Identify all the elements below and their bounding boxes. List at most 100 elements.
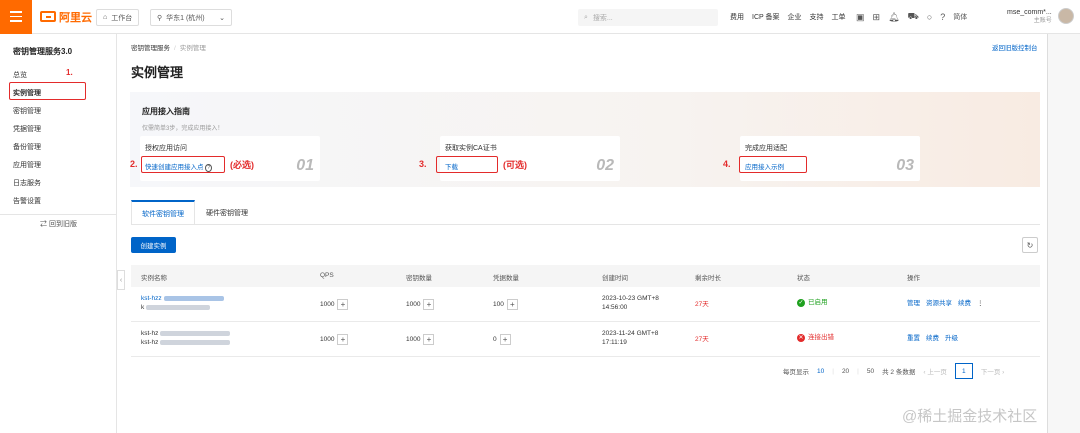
home-icon: ⌂ <box>103 14 108 21</box>
terminal-icon[interactable]: ▣ <box>856 12 865 23</box>
sidebar-item-keys[interactable]: 密钥管理 <box>13 106 41 116</box>
sidebar-divider <box>0 214 117 215</box>
add-secrets-button[interactable]: + <box>506 299 518 310</box>
breadcrumb-current: 实例管理 <box>179 45 206 52</box>
add-secrets-button[interactable]: + <box>499 334 511 345</box>
guide-card-title: 获取实例CA证书 <box>445 145 497 152</box>
sidebar-item-logs[interactable]: 日志服务 <box>13 178 41 188</box>
pagination: 每页显示 10 | 20 | 50 共 2 条数据 ‹ 上一页 1 下一页 › <box>783 363 1004 379</box>
sidebar-item-backup[interactable]: 备份管理 <box>13 142 41 152</box>
col-remaining: 剩余时长 <box>695 275 721 282</box>
page-size-50[interactable]: 50 <box>867 368 874 375</box>
annotation-step-3: 3. <box>419 159 427 169</box>
nav-link-enterprise[interactable]: 企业 <box>784 12 806 22</box>
page-size-10[interactable]: 10 <box>817 368 824 375</box>
back-to-old-console-link[interactable]: 返回旧版控制台 <box>992 42 1038 52</box>
nav-link-ticket[interactable]: 工单 <box>828 12 850 22</box>
qps-cell: 1000 + <box>320 334 349 345</box>
region-select[interactable]: ⚲ 华东1 (杭州) ⌄ <box>150 9 232 26</box>
renew-link[interactable]: 续费 <box>958 300 971 307</box>
remaining-time: 27天 <box>695 336 709 343</box>
bell-icon[interactable]: 🔔︎ <box>888 12 899 23</box>
cart-icon[interactable]: ⛟ <box>908 11 919 23</box>
annotation-step-4: 4. <box>723 159 731 169</box>
created-time: 2023-11-24 GMT+8 17:11:19 <box>602 330 659 346</box>
upgrade-link[interactable]: 升级 <box>945 335 958 342</box>
sidebar-item-overview[interactable]: 总览 <box>13 70 27 80</box>
col-status: 状态 <box>797 275 810 282</box>
user-name: mse_comm*... <box>1007 9 1052 16</box>
main-content: 密钥管理服务 / 实例管理 返回旧版控制台 实例管理 应用接入指南 仅需简单3步，完… <box>117 34 1047 433</box>
secrets-cell: 100 + <box>493 299 518 310</box>
access-guide-panel: 应用接入指南 仅需简单3步，完成应用接入！ 授权应用访问 快速创建应用接入点 ?… <box>130 92 1040 187</box>
manage-link[interactable]: 管理 <box>907 300 920 307</box>
secrets-cell: 0 + <box>493 334 511 345</box>
reset-link[interactable]: 重置 <box>907 335 920 342</box>
status-badge: ✕ 连接出错 <box>797 333 834 342</box>
location-icon: ⚲ <box>157 14 163 22</box>
sidebar-item-secrets[interactable]: 凭据管理 <box>13 124 41 134</box>
search-icon: ⌕ <box>584 13 588 21</box>
remaining-time: 27天 <box>695 301 709 308</box>
step-number: 03 <box>896 157 914 174</box>
logo-text: 阿里云 <box>59 11 92 24</box>
renew-link[interactable]: 续费 <box>926 335 939 342</box>
refresh-icon[interactable]: ↻ <box>1022 237 1038 253</box>
step-number: 02 <box>596 157 614 174</box>
menu-icon[interactable] <box>0 0 32 34</box>
nav-link-fee[interactable]: 费用 <box>726 12 748 22</box>
guide-title: 应用接入指南 <box>142 107 190 116</box>
annotation-step-1: 1. <box>66 68 73 77</box>
highlight-box-instances <box>9 82 86 100</box>
sidebar-item-apps[interactable]: 应用管理 <box>13 160 41 170</box>
search-input[interactable]: ⌕ 搜索... <box>578 9 718 26</box>
next-page-button[interactable]: 下一页 › <box>981 366 1004 376</box>
back-to-old-version[interactable]: ⇄ 回到旧版 <box>40 219 77 229</box>
workbench-button[interactable]: ⌂ 工作台 <box>96 9 140 26</box>
col-keys: 密钥数量 <box>406 275 432 282</box>
breadcrumb-service[interactable]: 密钥管理服务 <box>131 45 170 52</box>
top-nav-links: 费用 ICP 备案 企业 支持 工单 <box>726 0 850 34</box>
error-icon: ✕ <box>797 333 805 342</box>
user-menu[interactable]: mse_comm*... 主账号 <box>1007 8 1052 26</box>
col-secrets: 凭据数量 <box>493 275 519 282</box>
col-created: 创建时间 <box>602 275 628 282</box>
per-page-label: 每页显示 <box>783 369 809 376</box>
sidebar-item-alerts[interactable]: 告警设置 <box>13 196 41 206</box>
sidebar: 密钥管理服务3.0 总览 实例管理 1. 密钥管理 凭据管理 备份管理 应用管理… <box>0 34 117 433</box>
nav-link-icp[interactable]: ICP 备案 <box>748 12 784 22</box>
logo[interactable]: 阿里云 <box>40 9 92 25</box>
add-keys-button[interactable]: + <box>423 299 435 310</box>
lightbulb-icon[interactable]: ○ <box>927 12 932 22</box>
nav-link-support[interactable]: 支持 <box>806 12 828 22</box>
instance-name[interactable]: kst-hzz k <box>141 294 224 312</box>
keys-cell: 1000 + <box>406 334 435 345</box>
avatar[interactable] <box>1058 8 1074 24</box>
row-actions: 管理 资源共享 续费 ⋮ <box>907 299 990 308</box>
col-name: 实例名称 <box>141 275 167 282</box>
tab-software-keys[interactable]: 软件密钥管理 <box>131 200 195 225</box>
annotation-optional: (可选) <box>503 160 527 170</box>
language-switch[interactable]: 简体 <box>953 12 967 22</box>
col-qps: QPS <box>320 272 334 279</box>
resource-share-link[interactable]: 资源共享 <box>926 300 952 307</box>
annotation-step-2: 2. <box>130 159 138 169</box>
tab-hardware-keys[interactable]: 硬件密钥管理 <box>195 200 259 225</box>
status-badge: ✓ 已启用 <box>797 298 828 307</box>
help-icon[interactable]: ? <box>940 12 945 22</box>
prev-page-button[interactable]: ‹ 上一页 <box>923 366 946 376</box>
create-instance-button[interactable]: 创建实例 <box>131 237 176 253</box>
page-1-button[interactable]: 1 <box>954 363 973 379</box>
more-icon[interactable]: ⋮ <box>977 300 984 307</box>
apps-icon[interactable]: ⊞ <box>873 12 881 23</box>
region-label: 华东1 (杭州) <box>166 14 205 22</box>
add-qps-button[interactable]: + <box>337 299 349 310</box>
switch-icon: ⇄ <box>40 221 47 228</box>
add-qps-button[interactable]: + <box>337 334 349 345</box>
instance-name[interactable]: kst-hz kst-hz <box>141 329 231 347</box>
breadcrumb: 密钥管理服务 / 实例管理 <box>131 45 206 52</box>
page-size-20[interactable]: 20 <box>842 368 849 375</box>
add-keys-button[interactable]: + <box>423 334 435 345</box>
instance-table: 实例名称 QPS 密钥数量 凭据数量 创建时间 剩余时长 状态 操作 kst-h… <box>131 265 1040 357</box>
guide-subtitle: 仅需简单3步，完成应用接入！ <box>142 126 224 132</box>
